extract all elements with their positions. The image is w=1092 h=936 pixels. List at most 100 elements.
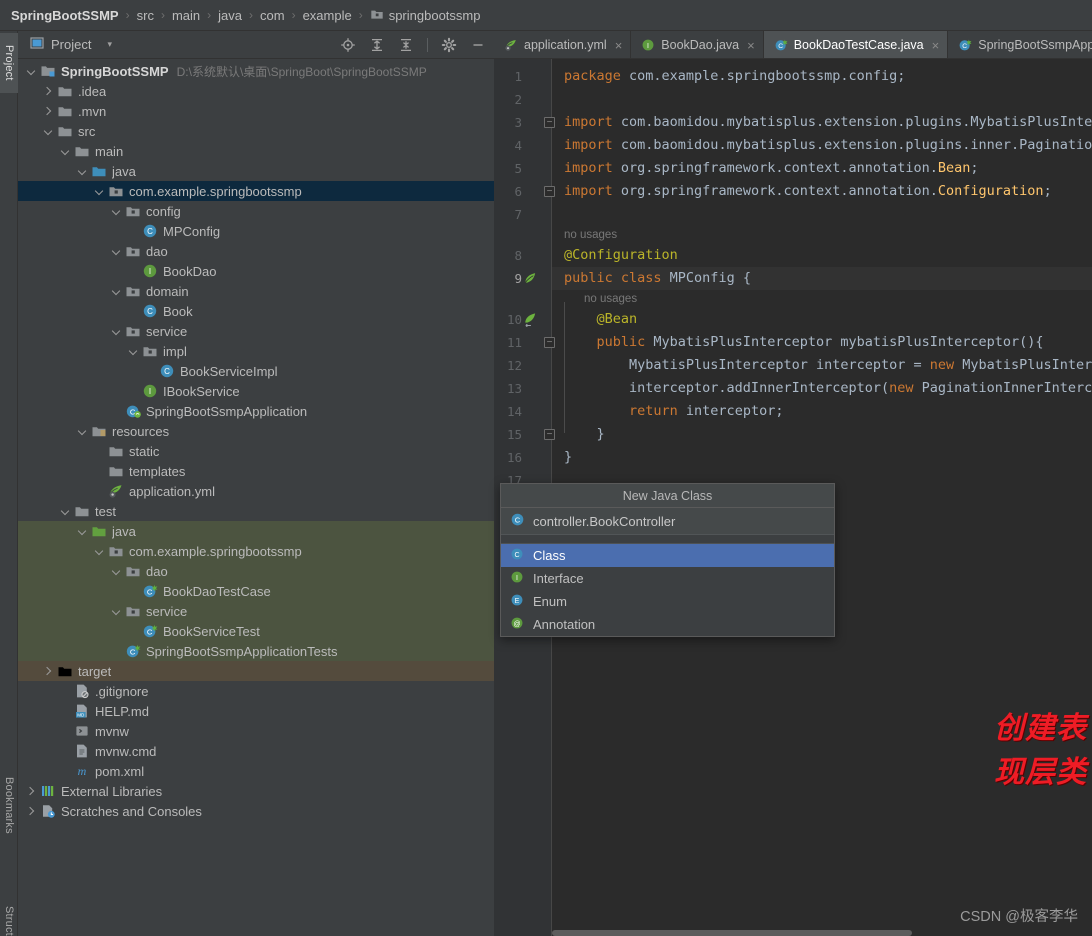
popup-option-list[interactable]: CClassIInterfaceEEnum@Annotation [501,544,834,636]
editor-tab-bookdaotestcase-java[interactable]: CBookDaoTestCase.java× [764,31,949,59]
tree-node-target[interactable]: target [18,661,494,681]
chevron-down-icon[interactable] [60,146,71,157]
tree-node-src[interactable]: src [18,121,494,141]
tree-node-dao[interactable]: dao [18,561,494,581]
close-icon[interactable]: × [747,39,755,52]
code-line-8[interactable]: @Configuration [552,244,1092,267]
popup-option-annotation[interactable]: @Annotation [501,613,834,636]
close-icon[interactable]: × [615,39,623,52]
breadcrumb-item-com[interactable]: com [260,8,285,23]
locate-icon[interactable] [340,37,356,53]
tree-node-service[interactable]: service [18,321,494,341]
tool-tab-project[interactable]: Project [0,33,18,93]
minimize-icon[interactable] [470,37,486,53]
fold-marker-line-6[interactable]: − [544,186,555,197]
code-line-2[interactable] [552,88,1092,111]
breadcrumb-item-main[interactable]: main [172,8,200,23]
code-line-13[interactable]: interceptor.addInnerInterceptor(new Pagi… [552,377,1092,400]
tree-node-dao[interactable]: dao [18,241,494,261]
project-file-tree[interactable]: SpringBootSSMPD:\系统默认\桌面\SpringBoot\Spri… [18,59,494,936]
tree-node--gitignore[interactable]: .gitignore [18,681,494,701]
tree-node-bookdao[interactable]: IBookDao [18,261,494,281]
chevron-down-icon[interactable] [94,546,105,557]
chevron-down-icon[interactable] [43,126,54,137]
popup-option-class[interactable]: CClass [501,544,834,567]
tree-node-bookservicetest[interactable]: CBookServiceTest [18,621,494,641]
editor-tab-bookdao-java[interactable]: IBookDao.java× [631,31,763,59]
class-name-input[interactable]: controller.BookController [533,514,675,529]
close-icon[interactable]: × [932,39,940,52]
chevron-right-icon[interactable] [43,666,54,677]
tree-node-config[interactable]: config [18,201,494,221]
tree-node-help-md[interactable]: MDHELP.md [18,701,494,721]
chevron-down-icon[interactable] [77,526,88,537]
chevron-down-icon[interactable] [111,606,122,617]
tree-node-main[interactable]: main [18,141,494,161]
fold-marker-line-15[interactable]: − [544,429,555,440]
chevron-down-icon[interactable] [128,346,139,357]
code-line-10[interactable]: @Bean [552,308,1092,331]
tree-node-impl[interactable]: impl [18,341,494,361]
chevron-down-icon[interactable] [111,206,122,217]
tree-node-springbootssmp[interactable]: SpringBootSSMPD:\系统默认\桌面\SpringBoot\Spri… [18,61,494,81]
breadcrumb-item-springbootssmp[interactable]: SpringBootSSMP [11,8,119,23]
tree-node-ibookservice[interactable]: IIBookService [18,381,494,401]
fold-marker-line-11[interactable]: − [544,337,555,348]
tree-node-java[interactable]: java [18,161,494,181]
code-line-12[interactable]: MybatisPlusInterceptor interceptor = new… [552,354,1092,377]
horizontal-scrollbar[interactable] [552,930,912,936]
breadcrumb-item-src[interactable]: src [137,8,154,23]
chevron-right-icon[interactable] [43,86,54,97]
tree-node-scratches-and-consoles[interactable]: Scratches and Consoles [18,801,494,821]
expand-all-icon[interactable] [369,37,385,53]
tree-node-pom-xml[interactable]: mpom.xml [18,761,494,781]
code-line-6[interactable]: import org.springframework.context.annot… [552,180,1092,203]
breadcrumb-item-example[interactable]: example [303,8,352,23]
editor-tab-application-yml[interactable]: application.yml× [494,31,631,59]
tree-node-static[interactable]: static [18,441,494,461]
tree-node-application-yml[interactable]: application.yml [18,481,494,501]
tree-node-service[interactable]: service [18,601,494,621]
chevron-down-icon[interactable] [26,66,37,77]
chevron-down-icon[interactable] [111,246,122,257]
code-line-1[interactable]: package com.example.springbootssmp.confi… [552,65,1092,88]
code-line-5[interactable]: import org.springframework.context.annot… [552,157,1092,180]
code-line-3[interactable]: import com.baomidou.mybatisplus.extensio… [552,111,1092,134]
tree-node-springbootssmpapplicationtests[interactable]: CSpringBootSsmpApplicationTests [18,641,494,661]
breadcrumb-item-java[interactable]: java [218,8,242,23]
class-name-input-row[interactable]: C controller.BookController [501,508,834,535]
chevron-down-icon[interactable] [111,326,122,337]
chevron-down-icon[interactable] [111,566,122,577]
code-line-7[interactable] [552,203,1092,226]
tree-node-bookserviceimpl[interactable]: CBookServiceImpl [18,361,494,381]
tool-tab-structure[interactable]: Structure [0,893,18,936]
code-line-4[interactable]: import com.baomidou.mybatisplus.extensio… [552,134,1092,157]
tree-node-test[interactable]: test [18,501,494,521]
chevron-down-icon[interactable] [60,506,71,517]
tree-node--mvn[interactable]: .mvn [18,101,494,121]
tree-node-templates[interactable]: templates [18,461,494,481]
code-line-16[interactable]: } [552,446,1092,469]
tree-node-com-example-springbootssmp[interactable]: com.example.springbootssmp [18,541,494,561]
chevron-down-icon[interactable] [77,426,88,437]
tool-tab-bookmarks[interactable]: Bookmarks [0,766,18,844]
code-line-14[interactable]: return interceptor; [552,400,1092,423]
tree-node-mpconfig[interactable]: CMPConfig [18,221,494,241]
project-panel-title-group[interactable]: Project ▾ [18,36,112,53]
tree-node-external-libraries[interactable]: External Libraries [18,781,494,801]
tree-node-mvnw[interactable]: mvnw [18,721,494,741]
tree-node-com-example-springbootssmp[interactable]: com.example.springbootssmp [18,181,494,201]
fold-marker-line-3[interactable]: − [544,117,555,128]
tree-node-java[interactable]: java [18,521,494,541]
tree-node--idea[interactable]: .idea [18,81,494,101]
chevron-down-icon[interactable]: ▾ [107,39,112,50]
chevron-down-icon[interactable] [111,286,122,297]
tree-node-bookdaotestcase[interactable]: CBookDaoTestCase [18,581,494,601]
gear-icon[interactable] [441,37,457,53]
breadcrumb-item-springbootssmp[interactable]: springbootssmp [370,7,481,24]
popup-option-enum[interactable]: EEnum [501,590,834,613]
chevron-down-icon[interactable] [77,166,88,177]
tree-node-mvnw-cmd[interactable]: mvnw.cmd [18,741,494,761]
tree-node-domain[interactable]: domain [18,281,494,301]
code-line-15[interactable]: } [552,423,1092,446]
